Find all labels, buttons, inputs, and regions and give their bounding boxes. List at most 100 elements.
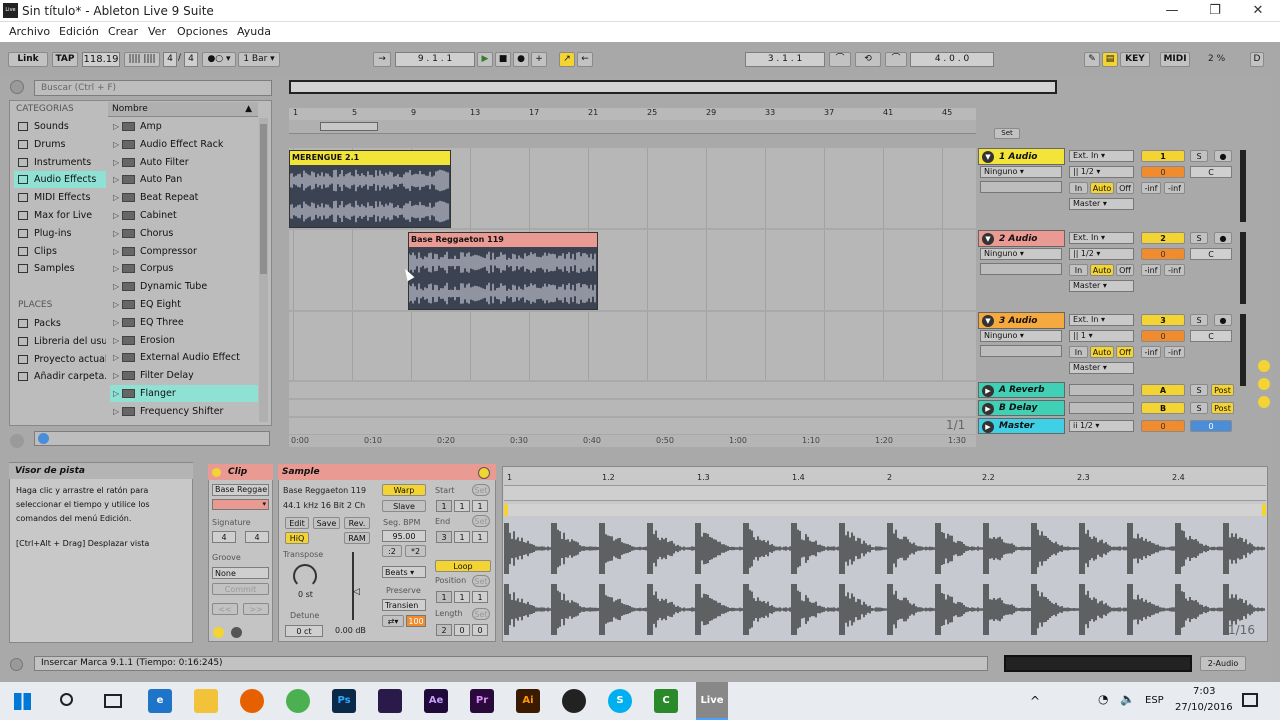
envelope-pct-field[interactable]: 100 xyxy=(406,615,426,627)
tempo-field[interactable]: 118.19 xyxy=(82,52,120,67)
start-set-button[interactable]: Set xyxy=(472,484,490,496)
loop-length-field[interactable]: 4 . 0 . 0 xyxy=(910,52,994,67)
network-icon[interactable]: ◔ xyxy=(1098,692,1108,706)
return-route-field[interactable] xyxy=(1069,402,1134,414)
output-dropdown[interactable]: Master ▾ xyxy=(1069,280,1134,292)
clock-time[interactable]: 7:03 xyxy=(1193,686,1215,697)
pan-field[interactable]: C xyxy=(1190,248,1232,260)
loop-switch-button[interactable]: ⟲ xyxy=(855,52,881,67)
clip-activator-icon[interactable] xyxy=(212,468,221,477)
position-value-field[interactable]: 1 xyxy=(454,591,470,603)
input-type-dropdown[interactable]: Ext. In ▾ xyxy=(1069,232,1134,244)
loop-start-field[interactable]: 3 . 1 . 1 xyxy=(745,52,825,67)
return-post-button[interactable]: Post xyxy=(1211,402,1234,414)
time-ruler[interactable] xyxy=(289,435,976,447)
task-view-icon[interactable] xyxy=(104,694,122,708)
start-icon[interactable] xyxy=(14,693,31,710)
edit-button[interactable]: Edit xyxy=(285,517,309,529)
volume-icon[interactable]: 🔈 xyxy=(1120,692,1135,706)
tray-chevron-icon[interactable]: ^ xyxy=(1030,694,1040,708)
computer-keyboard-button[interactable]: ▤ xyxy=(1102,52,1118,67)
return-lane-a[interactable] xyxy=(289,382,976,398)
place-item[interactable]: Proyecto actual xyxy=(14,351,106,368)
quantize-dropdown[interactable]: 1 Bar ▾ xyxy=(238,52,280,67)
pan-field[interactable]: C xyxy=(1190,166,1232,178)
draw-mode-button[interactable]: ✎ xyxy=(1084,52,1100,67)
end-set-button[interactable]: Set xyxy=(472,515,490,527)
track-volume-field[interactable]: 0 xyxy=(1141,166,1185,178)
input-channel-dropdown[interactable]: || 1/2 ▾ xyxy=(1069,166,1134,178)
return-letter-button[interactable]: A xyxy=(1141,384,1185,396)
track-header-2[interactable]: ▼ 2 Audio xyxy=(978,230,1065,247)
route-field[interactable] xyxy=(980,345,1062,357)
category-plug-ins[interactable]: Plug-ins xyxy=(14,225,106,242)
expand-triangle-icon[interactable]: ▷ xyxy=(113,171,119,188)
track-volume-field[interactable]: 0 xyxy=(1141,248,1185,260)
category-audio-effects[interactable]: Audio Effects xyxy=(14,171,106,189)
track-number-button[interactable]: 1 xyxy=(1141,150,1185,162)
beat-ruler[interactable] xyxy=(289,108,976,120)
clip-merengue[interactable]: MERENGUE 2.1 xyxy=(289,150,451,228)
chrome-icon[interactable] xyxy=(286,689,310,713)
sample-hotswap-icon[interactable] xyxy=(478,467,490,479)
reverse-button[interactable]: Rev. xyxy=(344,517,370,529)
arm-button[interactable]: ● xyxy=(1214,314,1232,326)
nudge-fwd-button[interactable]: >> xyxy=(243,603,269,615)
return-fold-icon[interactable]: ▶ xyxy=(982,385,994,397)
browser-item-dynamic-tube[interactable]: ▷ Dynamic Tube xyxy=(110,278,258,295)
photoshop-icon[interactable]: Ps xyxy=(332,689,356,713)
back-to-arrangement-button[interactable]: ← xyxy=(577,52,593,67)
position-set-button[interactable]: Set xyxy=(472,575,490,587)
expand-triangle-icon[interactable]: ▷ xyxy=(113,260,119,277)
browser-item-auto-filter[interactable]: ▷ Auto Filter xyxy=(110,154,258,171)
expand-triangle-icon[interactable]: ▷ xyxy=(113,154,119,171)
overview-bar[interactable] xyxy=(289,80,1057,94)
metronome-button[interactable]: ●○ ▾ xyxy=(202,52,236,67)
browser-name-header[interactable]: Nombre ▲ xyxy=(108,102,258,117)
monitor-off-button[interactable]: Off xyxy=(1116,346,1134,358)
category-instruments[interactable]: Instruments xyxy=(14,154,106,171)
maximize-button[interactable]: ❐ xyxy=(1192,0,1238,22)
position-field[interactable]: 9 . 1 . 1 xyxy=(395,52,475,67)
clip-sig-den[interactable]: 4 xyxy=(245,531,269,543)
return-route-field[interactable] xyxy=(1069,384,1134,396)
track-lane-3[interactable] xyxy=(289,312,976,380)
start-marker-icon[interactable] xyxy=(504,504,508,516)
menu-ayuda[interactable]: Ayuda xyxy=(237,25,271,38)
clock-date[interactable]: 27/10/2016 xyxy=(1175,702,1233,713)
sample-loop-brace[interactable] xyxy=(504,485,1266,501)
monitor-auto-button[interactable]: Auto xyxy=(1090,264,1114,276)
preview-bar[interactable] xyxy=(34,431,270,446)
browser-item-amp[interactable]: ▷ Amp xyxy=(110,118,258,135)
punch-in-button[interactable]: ⌒ xyxy=(829,52,851,67)
ram-button[interactable]: RAM xyxy=(344,532,370,544)
illustrator-icon[interactable]: Ai xyxy=(516,689,540,713)
end-value-field[interactable]: 1 xyxy=(472,531,488,543)
slave-button[interactable]: Slave xyxy=(382,500,426,512)
route-dropdown[interactable]: Ninguno ▾ xyxy=(980,248,1062,260)
expand-triangle-icon[interactable]: ▷ xyxy=(113,403,119,420)
return-fold-icon[interactable]: ▶ xyxy=(982,403,994,415)
browser-item-beat-repeat[interactable]: ▷ Beat Repeat xyxy=(110,189,258,206)
output-dropdown[interactable]: Master ▾ xyxy=(1069,198,1134,210)
browser-item-cabinet[interactable]: ▷ Cabinet xyxy=(110,207,258,224)
loop-brace[interactable] xyxy=(289,120,976,134)
browser-item-auto-pan[interactable]: ▷ Auto Pan xyxy=(110,171,258,188)
category-sounds[interactable]: Sounds xyxy=(14,118,106,135)
commit-button[interactable]: Commit xyxy=(212,583,269,595)
expand-triangle-icon[interactable]: ▷ xyxy=(113,367,119,384)
skype-icon[interactable]: S xyxy=(608,689,632,713)
loop-button[interactable]: Loop xyxy=(435,560,491,572)
master-lane[interactable] xyxy=(289,418,976,434)
after-effects-icon[interactable]: Ae xyxy=(424,689,448,713)
transpose-knob[interactable] xyxy=(293,564,317,588)
preview-icon[interactable] xyxy=(10,434,24,448)
category-midi-effects[interactable]: MIDI Effects xyxy=(14,189,106,206)
solo-button[interactable]: S xyxy=(1190,314,1208,326)
browser-item-compressor[interactable]: ▷ Compressor xyxy=(110,243,258,260)
loop-region[interactable] xyxy=(320,122,378,131)
return-header-b[interactable]: ▶ B Delay xyxy=(978,400,1065,416)
expand-triangle-icon[interactable]: ▷ xyxy=(113,136,119,153)
key-map-button[interactable]: KEY xyxy=(1120,52,1150,67)
monitor-off-button[interactable]: Off xyxy=(1116,182,1134,194)
